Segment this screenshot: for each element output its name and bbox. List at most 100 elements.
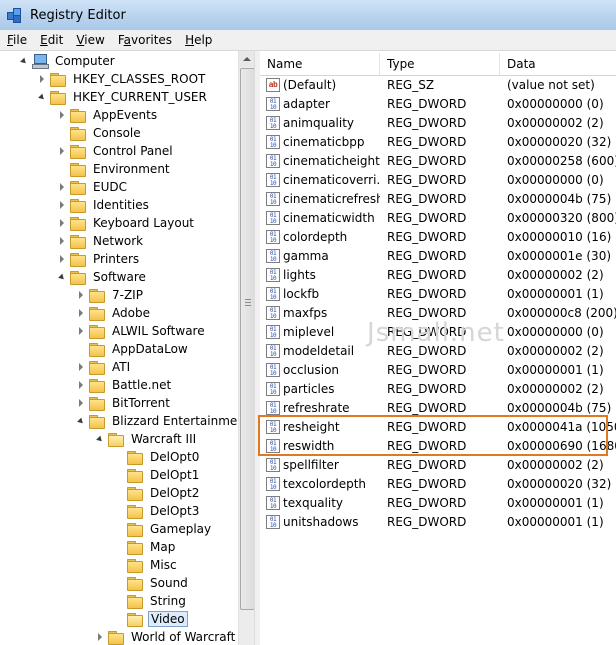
- tree-node-label[interactable]: Adobe: [110, 305, 152, 321]
- tree-node-label[interactable]: Printers: [91, 251, 141, 267]
- tree-node[interactable]: HKEY_CLASSES_ROOT: [38, 70, 207, 88]
- tree-node[interactable]: String: [115, 592, 188, 610]
- tree-node[interactable]: Computer: [20, 52, 117, 70]
- tree-node-label[interactable]: DelOpt0: [148, 449, 201, 465]
- list-row[interactable]: 01 10 lights REG_DWORD 0x00000002 (2): [260, 266, 616, 285]
- collapse-arrow-icon[interactable]: [20, 52, 28, 70]
- tree-node-label[interactable]: DelOpt1: [148, 467, 201, 483]
- scroll-thumb[interactable]: [240, 68, 255, 610]
- tree-node[interactable]: Misc: [115, 556, 179, 574]
- list-row[interactable]: 01 10 reswidth REG_DWORD 0x00000690 (1680): [260, 437, 616, 456]
- tree-node-label[interactable]: Video: [148, 611, 188, 627]
- expand-arrow-icon[interactable]: [77, 358, 85, 376]
- list-row[interactable]: 01 10 maxfps REG_DWORD 0x000000c8 (200): [260, 304, 616, 323]
- list-row[interactable]: 01 10 miplevel REG_DWORD 0x00000000 (0): [260, 323, 616, 342]
- tree-node[interactable]: Video: [115, 610, 188, 628]
- tree-node[interactable]: Software: [58, 268, 148, 286]
- tree-node-label[interactable]: AppDataLow: [110, 341, 190, 357]
- column-name[interactable]: Name: [260, 53, 380, 75]
- tree-node[interactable]: 7-ZIP: [77, 286, 145, 304]
- tree-node[interactable]: BitTorrent: [77, 394, 172, 412]
- tree-node[interactable]: DelOpt1: [115, 466, 201, 484]
- expand-arrow-icon[interactable]: [77, 304, 85, 322]
- tree-node-label[interactable]: 7-ZIP: [110, 287, 145, 303]
- tree-node-label[interactable]: Misc: [148, 557, 179, 573]
- expand-arrow-icon[interactable]: [58, 196, 66, 214]
- list-row[interactable]: 01 10 modeldetail REG_DWORD 0x00000002 (2): [260, 342, 616, 361]
- menu-help[interactable]: Help: [178, 33, 218, 47]
- list-row[interactable]: 01 10 texquality REG_DWORD 0x00000001 (1): [260, 494, 616, 513]
- tree-node[interactable]: Sound: [115, 574, 190, 592]
- tree-node-label[interactable]: ATI: [110, 359, 132, 375]
- expand-arrow-icon[interactable]: [58, 250, 66, 268]
- tree-node-label[interactable]: Gameplay: [148, 521, 213, 537]
- tree-node-label[interactable]: Software: [91, 269, 148, 285]
- tree-node-label[interactable]: Computer: [53, 53, 117, 69]
- list-row[interactable]: 01 10 cinematicoverri... REG_DWORD 0x0000000…: [260, 171, 616, 190]
- tree-node-label[interactable]: HKEY_CLASSES_ROOT: [71, 71, 207, 87]
- list-row[interactable]: 01 10 adapter REG_DWORD 0x00000000 (0): [260, 95, 616, 114]
- tree-node-label[interactable]: EUDC: [91, 179, 129, 195]
- tree-node[interactable]: Map: [115, 538, 177, 556]
- expand-arrow-icon[interactable]: [77, 322, 85, 340]
- list-row[interactable]: 01 10 cinematicrefresh REG_DWORD 0x0000004b …: [260, 190, 616, 209]
- list-row[interactable]: 01 10 gamma REG_DWORD 0x0000001e (30): [260, 247, 616, 266]
- tree-node-label[interactable]: Identities: [91, 197, 151, 213]
- list-row[interactable]: 01 10 unitshadows REG_DWORD 0x00000001 (1): [260, 513, 616, 532]
- tree-node[interactable]: Adobe: [77, 304, 152, 322]
- list-row[interactable]: 01 10 refreshrate REG_DWORD 0x0000004b (75): [260, 399, 616, 418]
- tree-node-label[interactable]: String: [148, 593, 188, 609]
- tree-node[interactable]: Warcraft III: [96, 430, 198, 448]
- list-row[interactable]: 01 10 cinematicwidth REG_DWORD 0x00000320 (8…: [260, 209, 616, 228]
- tree-node[interactable]: Identities: [58, 196, 151, 214]
- tree-node-label[interactable]: Control Panel: [91, 143, 175, 159]
- tree-node-label[interactable]: World of Warcraft: [129, 629, 237, 645]
- tree-node-label[interactable]: Keyboard Layout: [91, 215, 196, 231]
- menu-favorites[interactable]: Favorites: [111, 33, 178, 47]
- tree-node[interactable]: Printers: [58, 250, 141, 268]
- expand-arrow-icon[interactable]: [38, 70, 46, 88]
- tree-node[interactable]: Control Panel: [58, 142, 175, 160]
- tree-node-label[interactable]: Blizzard Entertainment: [110, 413, 238, 429]
- tree-node[interactable]: AppEvents: [58, 106, 159, 124]
- list-row[interactable]: 01 10 spellfilter REG_DWORD 0x00000002 (2): [260, 456, 616, 475]
- expand-arrow-icon[interactable]: [58, 214, 66, 232]
- tree-node-label[interactable]: DelOpt2: [148, 485, 201, 501]
- collapse-arrow-icon[interactable]: [77, 412, 85, 430]
- tree-node-label[interactable]: DelOpt3: [148, 503, 201, 519]
- list-row[interactable]: ab (Default) REG_SZ (value not set): [260, 76, 616, 95]
- tree-node-label[interactable]: BitTorrent: [110, 395, 172, 411]
- tree-node-label[interactable]: Warcraft III: [129, 431, 198, 447]
- expand-arrow-icon[interactable]: [77, 394, 85, 412]
- tree-node-label[interactable]: Environment: [91, 161, 172, 177]
- list-row[interactable]: 01 10 occlusion REG_DWORD 0x00000001 (1): [260, 361, 616, 380]
- scroll-up-button[interactable]: [239, 51, 255, 67]
- list-row[interactable]: 01 10 resheight REG_DWORD 0x0000041a (1050): [260, 418, 616, 437]
- menu-file[interactable]: File: [0, 33, 33, 47]
- list-row[interactable]: 01 10 cinematicheight REG_DWORD 0x00000258 (…: [260, 152, 616, 171]
- collapse-arrow-icon[interactable]: [38, 88, 46, 106]
- tree-node[interactable]: Blizzard Entertainment: [77, 412, 238, 430]
- column-data[interactable]: Data: [500, 53, 616, 75]
- tree-node[interactable]: Gameplay: [115, 520, 213, 538]
- list-row[interactable]: 01 10 colordepth REG_DWORD 0x00000010 (16): [260, 228, 616, 247]
- list-row[interactable]: 01 10 texcolordepth REG_DWORD 0x00000020 (32…: [260, 475, 616, 494]
- expand-arrow-icon[interactable]: [58, 232, 66, 250]
- tree-node[interactable]: HKEY_CURRENT_USER: [38, 88, 209, 106]
- tree-node[interactable]: AppDataLow: [77, 340, 190, 358]
- tree-node[interactable]: Console: [58, 124, 143, 142]
- tree-node-label[interactable]: Console: [91, 125, 143, 141]
- tree-node[interactable]: EUDC: [58, 178, 129, 196]
- tree-node[interactable]: DelOpt3: [115, 502, 201, 520]
- tree-node-label[interactable]: Map: [148, 539, 177, 555]
- tree-node-label[interactable]: Battle.net: [110, 377, 173, 393]
- column-type[interactable]: Type: [380, 53, 500, 75]
- list-row[interactable]: 01 10 lockfb REG_DWORD 0x00000001 (1): [260, 285, 616, 304]
- tree-node-label[interactable]: Sound: [148, 575, 190, 591]
- tree-node[interactable]: ALWIL Software: [77, 322, 207, 340]
- expand-arrow-icon[interactable]: [96, 628, 104, 645]
- tree-node-label[interactable]: ALWIL Software: [110, 323, 207, 339]
- tree-node[interactable]: ATI: [77, 358, 132, 376]
- menu-view[interactable]: View: [69, 33, 110, 47]
- tree-node[interactable]: Environment: [58, 160, 172, 178]
